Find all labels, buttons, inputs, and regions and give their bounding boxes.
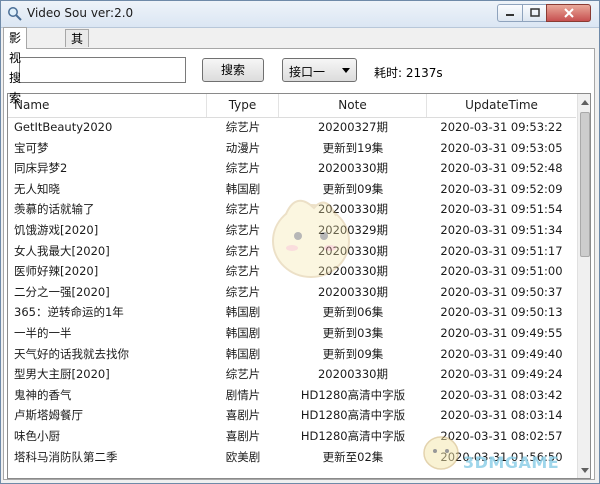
cell-updatetime: 2020-03-31 08:03:42: [440, 387, 563, 402]
table-header: Name Type Note UpdateTime: [8, 94, 576, 118]
scroll-up-button[interactable]: [578, 94, 590, 110]
tab-video-search[interactable]: 影视搜索: [3, 27, 28, 105]
table-row[interactable]: 同床异梦2 综艺片 20200330期 2020-03-31 09:52:48: [8, 158, 576, 179]
table-row[interactable]: 鬼神的香气 剧情片 HD1280高清中字版 2020-03-31 08:03:42: [8, 385, 576, 406]
cell-note: HD1280高清中字版: [300, 387, 406, 402]
cell-name: 二分之一强[2020]: [14, 284, 110, 299]
scroll-thumb[interactable]: [580, 112, 590, 257]
maximize-icon: [529, 8, 540, 17]
vertical-scrollbar[interactable]: [577, 94, 590, 478]
cell-note: 更新到09集: [322, 346, 384, 361]
table-row[interactable]: 宝可梦 动漫片 更新到19集 2020-03-31 09:53:05: [8, 138, 576, 159]
column-header-updatetime[interactable]: UpdateTime: [427, 94, 576, 117]
cell-name: 一半的一半: [14, 326, 72, 340]
chevron-down-icon: [342, 68, 350, 73]
cell-note: HD1280高清中字版: [300, 408, 406, 423]
results-table[interactable]: Name Type Note UpdateTime GetItBeauty202…: [7, 93, 591, 479]
logo-watermark-icon: [423, 436, 459, 470]
table-row[interactable]: 卢斯塔姆餐厅 喜剧片 HD1280高清中字版 2020-03-31 08:03:14: [8, 405, 576, 426]
cell-type: 剧情片: [225, 387, 261, 402]
cell-updatetime: 2020-03-31 09:52:09: [440, 181, 563, 196]
cell-updatetime: 2020-03-31 09:49:55: [440, 326, 563, 340]
cell-name: 宝可梦: [14, 140, 49, 155]
cell-updatetime: 2020-03-31 09:51:17: [440, 243, 563, 258]
source-select-value: 接口一: [289, 65, 326, 79]
maximize-button[interactable]: [522, 4, 547, 22]
cell-updatetime: 2020-03-31 08:03:14: [440, 408, 563, 423]
cell-note: 更新到03集: [322, 326, 384, 340]
cell-updatetime: 2020-03-31 09:49:24: [440, 367, 563, 382]
table-row[interactable]: 型男大主厨[2020] 综艺片 20200330期 2020-03-31 09:49:…: [8, 364, 576, 385]
column-header-name[interactable]: Name: [8, 94, 207, 117]
cell-type: 韩国剧: [225, 326, 261, 340]
search-button[interactable]: 搜索: [202, 58, 264, 82]
cell-name: 味色小厨: [14, 429, 60, 443]
scroll-down-button[interactable]: [578, 462, 590, 478]
cell-updatetime: 2020-03-31 09:52:48: [440, 161, 563, 176]
title-bar[interactable]: Video Sou ver:2.0: [1, 1, 599, 28]
cell-name: GetItBeauty2020: [14, 120, 113, 134]
cell-type: 欧美剧: [225, 449, 261, 464]
cell-type: 动漫片: [225, 140, 261, 155]
cell-name: 同床异梦2: [14, 161, 68, 176]
cell-note: 更新到06集: [322, 305, 384, 320]
elapsed-time-label: 耗时: 2137s: [374, 66, 443, 80]
cell-type: 综艺片: [225, 161, 261, 176]
table-row[interactable]: 365：逆转命运的1年 韩国剧 更新到06集 2020-03-31 09:50:13: [8, 302, 576, 323]
close-button[interactable]: [546, 4, 591, 22]
tab-other-settings[interactable]: 其他设置: [65, 29, 90, 100]
minimize-button[interactable]: [497, 4, 523, 22]
table-row[interactable]: 一半的一半 韩国剧 更新到03集 2020-03-31 09:49:55: [8, 323, 576, 344]
cell-note: 20200327期: [317, 120, 389, 134]
cell-note: 20200330期: [317, 161, 389, 176]
cell-name: 365：逆转命运的1年: [14, 305, 124, 320]
cell-type: 综艺片: [225, 120, 261, 134]
table-row[interactable]: GetItBeauty2020 综艺片 20200327期 2020-03-31 09…: [8, 117, 576, 138]
cell-name: 鬼神的香气: [14, 387, 72, 402]
cell-name: 羡慕的话就输了: [14, 202, 95, 217]
table-row[interactable]: 味色小厨 喜剧片 HD1280高清中字版 2020-03-31 08:02:57: [8, 426, 576, 447]
source-select[interactable]: 接口一: [282, 58, 357, 82]
cell-updatetime: 2020-03-31 09:50:13: [440, 305, 563, 320]
app-window: Video Sou ver:2.0 影视搜索 其他设置 搜索 接口一 耗时: 2…: [0, 0, 600, 484]
mascot-watermark-icon: [272, 199, 350, 278]
arrow-up-icon: [581, 99, 589, 105]
cell-updatetime: 2020-03-31 09:53:05: [440, 140, 563, 155]
watermark-text: 3DMGAME: [463, 453, 560, 472]
cell-type: 喜剧片: [225, 429, 261, 443]
column-header-type[interactable]: Type: [207, 94, 279, 117]
cell-updatetime: 2020-03-31 09:49:40: [440, 346, 563, 361]
cell-name: 女人我最大[2020]: [14, 243, 110, 258]
cell-updatetime: 2020-03-31 09:53:22: [440, 120, 563, 134]
cell-updatetime: 2020-03-31 09:51:34: [440, 223, 563, 237]
cell-name: 型男大主厨[2020]: [14, 367, 110, 382]
window-title: Video Sou ver:2.0: [27, 6, 134, 20]
cell-updatetime: 2020-03-31 09:51:00: [440, 264, 563, 279]
cell-name: 医师好辣[2020]: [14, 264, 99, 279]
cell-name: 塔科马消防队第二季: [14, 449, 118, 464]
cell-type: 喜剧片: [225, 408, 261, 423]
cell-note: 更新到19集: [322, 140, 384, 155]
cell-name: 饥饿游戏[2020]: [14, 223, 99, 237]
cell-type: 韩国剧: [225, 305, 261, 320]
cell-name: 卢斯塔姆餐厅: [14, 408, 83, 423]
minimize-icon: [506, 14, 514, 16]
cell-updatetime: 2020-03-31 09:50:37: [440, 284, 563, 299]
cell-type: 综艺片: [225, 367, 261, 382]
close-icon: [563, 8, 574, 18]
cell-name: 无人知晓: [14, 181, 60, 196]
cell-updatetime: 2020-03-31 09:51:54: [440, 202, 563, 217]
cell-name: 天气好的话我就去找你: [14, 346, 129, 361]
table-row[interactable]: 天气好的话我就去找你 韩国剧 更新到09集 2020-03-31 09:49:40: [8, 344, 576, 365]
search-input[interactable]: [19, 57, 186, 83]
magnifier-icon: [8, 7, 22, 21]
arrow-down-icon: [581, 467, 589, 473]
cell-note: 20200330期: [317, 367, 389, 382]
cell-note: 更新至02集: [322, 449, 384, 464]
column-header-note[interactable]: Note: [279, 94, 427, 117]
cell-type: 韩国剧: [225, 346, 261, 361]
cell-note: HD1280高清中字版: [300, 429, 406, 443]
